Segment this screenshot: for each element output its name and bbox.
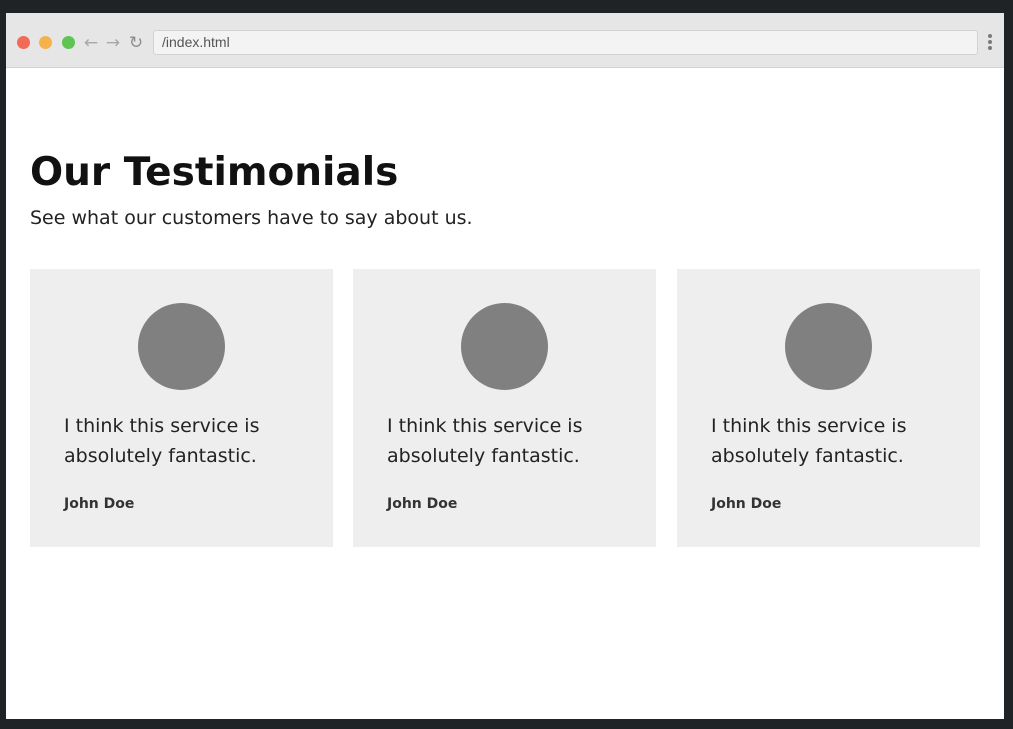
avatar (461, 303, 548, 390)
browser-window: ← → ↻ /index.html Our Testimonials See w… (6, 13, 1004, 719)
minimize-window-button[interactable] (39, 36, 52, 49)
close-window-button[interactable] (17, 36, 30, 49)
avatar (138, 303, 225, 390)
testimonial-author: John Doe (387, 496, 458, 512)
browser-toolbar: ← → ↻ /index.html (6, 13, 1004, 68)
address-bar[interactable]: /index.html (153, 30, 978, 55)
testimonial-card: I think this service is absolutely fanta… (353, 269, 656, 547)
testimonial-card: I think this service is absolutely fanta… (30, 269, 333, 547)
testimonial-card: I think this service is absolutely fanta… (677, 269, 980, 547)
browser-menu-icon[interactable] (986, 34, 994, 52)
testimonial-author: John Doe (64, 496, 135, 512)
reload-icon[interactable]: ↻ (127, 33, 145, 53)
testimonials-list: I think this service is absolutely fanta… (30, 269, 980, 547)
forward-arrow-icon[interactable]: → (104, 33, 122, 53)
back-arrow-icon[interactable]: ← (82, 33, 100, 53)
testimonial-author: John Doe (711, 496, 782, 512)
maximize-window-button[interactable] (62, 36, 75, 49)
page-title: Our Testimonials (30, 150, 399, 195)
testimonial-quote: I think this service is absolutely fanta… (387, 415, 583, 467)
avatar (785, 303, 872, 390)
testimonial-quote: I think this service is absolutely fanta… (711, 415, 907, 467)
testimonial-quote: I think this service is absolutely fanta… (64, 415, 260, 467)
page-subtitle: See what our customers have to say about… (30, 207, 473, 229)
